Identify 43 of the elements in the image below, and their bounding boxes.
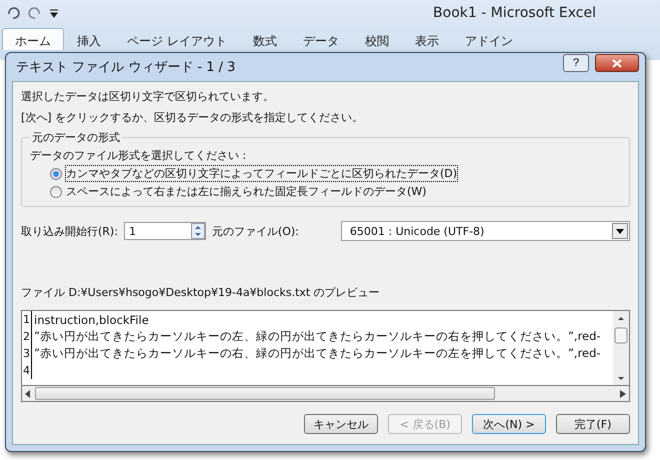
radio-label[interactable]: スペースによって右または左に揃えられた固定長フィールドのデータ(W): [66, 184, 426, 199]
dialog-button[interactable]: 次へ(N) >: [472, 414, 546, 434]
line-number: 2: [22, 328, 32, 345]
line-number: 3: [22, 345, 32, 362]
preview-line: ”赤い円が出てきたらカーソルキーの右、緑の円が出てきたらカーソルキーの左を押してください。”,red-: [33, 346, 601, 361]
ribbon-tab[interactable]: 挿入: [64, 28, 114, 50]
ribbon-tab[interactable]: アドイン: [452, 28, 526, 50]
radio-button[interactable]: [50, 168, 62, 180]
dialog-button[interactable]: キャンセル: [304, 414, 378, 434]
close-icon[interactable]: [612, 58, 622, 68]
ribbon-tab[interactable]: データ: [290, 28, 352, 50]
vertical-scrollbar[interactable]: [613, 311, 629, 385]
preview-line: instruction,blockFile: [33, 312, 149, 326]
ribbon-tab[interactable]: 表示: [402, 28, 452, 50]
close-button[interactable]: [595, 54, 639, 72]
dropdown-icon[interactable]: [50, 8, 58, 18]
help-button[interactable]: ?: [563, 54, 589, 72]
origin-dropdown[interactable]: 65001 : Unicode (UTF-8): [340, 221, 630, 241]
dialog-title: テキスト ファイル ウィザード - 1 / 3: [16, 59, 236, 76]
radio-button[interactable]: [50, 186, 62, 198]
line-number: 1: [22, 311, 32, 328]
horizontal-scrollbar[interactable]: [21, 386, 630, 402]
start-row-spinner[interactable]: 1: [124, 222, 206, 240]
group-legend: 元のデータの形式: [30, 130, 122, 145]
ribbon-tab[interactable]: 数式: [240, 28, 290, 50]
preview-line: ”赤い円が出てきたらカーソルキーの左、緑の円が出てきたらカーソルキーの右を押してください。”,red-: [33, 329, 601, 344]
format-prompt: データのファイル形式を選択してください :: [30, 148, 248, 163]
line-number: 4: [22, 362, 32, 379]
undo-icon[interactable]: [6, 6, 20, 20]
ribbon-tab[interactable]: ページ レイアウト: [114, 28, 240, 50]
redo-icon[interactable]: [28, 6, 42, 20]
instruction-text: [次へ] をクリックするか、区切るデータの形式を指定してください。: [21, 110, 364, 125]
instruction-text: 選択したデータは区切り文字で区切られています。: [21, 89, 275, 104]
origin-label: 元のファイル(O):: [212, 224, 299, 238]
scroll-left-icon[interactable]: [25, 390, 31, 398]
window-title: Book1 - Microsoft Excel: [433, 5, 596, 21]
preview-label: ファイル D:¥Users¥hsogo¥Desktop¥19-4a¥blocks.txt のプレビュー: [21, 285, 381, 300]
ribbon-tab[interactable]: ホーム: [2, 28, 64, 50]
ribbon-tab[interactable]: 校閲: [352, 28, 402, 50]
start-row-label: 取り込み開始行(R):: [21, 224, 118, 238]
scroll-right-icon[interactable]: [620, 390, 626, 398]
dialog-button[interactable]: 完了(F): [556, 414, 630, 434]
radio-label[interactable]: カンマやタブなどの区切り文字によってフィールドごとに区切られたデータ(D): [66, 166, 458, 181]
